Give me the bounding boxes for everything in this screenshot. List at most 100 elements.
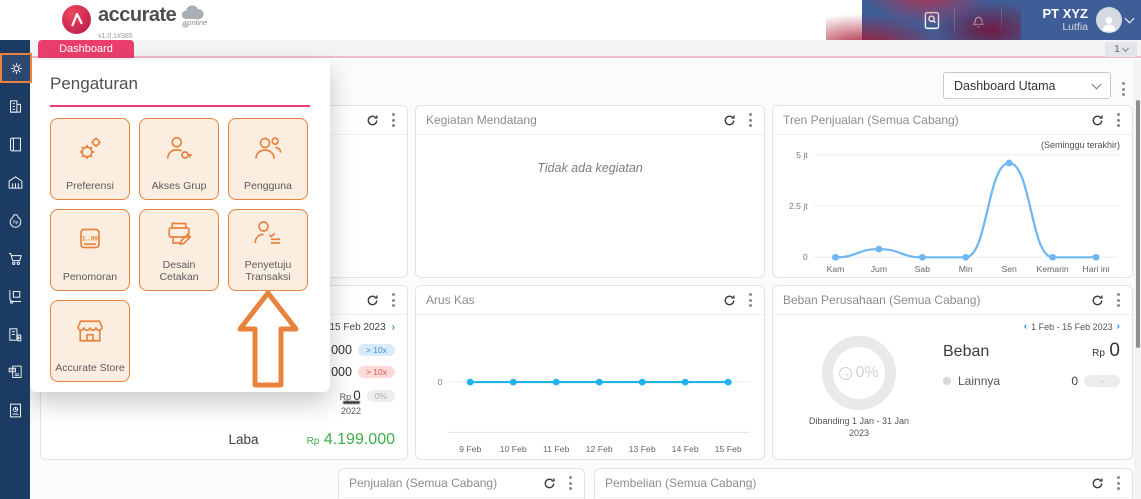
company-name: PT XYZ [1042,5,1088,21]
widget-pembelian: Pembelian (Semua Cabang) [594,468,1133,499]
svg-text:11 Feb: 11 Feb [543,444,570,454]
sidebar-item-asset-building[interactable] [0,319,30,349]
bell-icon[interactable] [955,11,1001,30]
widget-tren-penjualan: Tren Penjualan (Semua Cabang) (Seminggu … [772,105,1133,278]
svg-text:2.5 jt: 2.5 jt [789,201,808,211]
printer-pencil-icon [161,210,197,259]
kebab-menu-icon[interactable] [1115,474,1122,492]
svg-text:0: 0 [438,377,443,387]
period-selector: ‹ 1 Feb - 15 Feb 2023 › [773,315,1132,332]
chevron-down-icon[interactable] [1124,13,1135,24]
avatar[interactable] [1096,7,1122,33]
kebab-menu-icon[interactable] [1115,291,1122,309]
widget-title: Kegiatan Mendatang [426,113,537,127]
tab-dashboard[interactable]: Dashboard [38,40,134,58]
people-icon [250,119,286,180]
tile-accurate-store[interactable]: Accurate Store [50,300,130,382]
tile-pengguna[interactable]: Pengguna [228,118,308,200]
compare-caption: Dibanding 1 Jan - 31 Jan 2023 [808,416,910,438]
tab-strip: Dashboard 1 [0,40,1141,58]
sidebar-item-reports[interactable] [0,395,30,425]
svg-text:13 Feb: 13 Feb [629,444,656,454]
sidebar-item-purchase-trolley[interactable] [0,281,30,311]
sidebar-item-warehouse[interactable] [0,167,30,197]
scrollbar-thumb[interactable] [1135,100,1140,348]
sidebar-item-company[interactable] [0,91,30,121]
refresh-icon[interactable] [366,114,379,127]
next-period-icon[interactable]: › [1117,321,1120,332]
svg-text:10 Feb: 10 Feb [500,444,527,454]
svg-text:14 Feb: 14 Feb [672,444,699,454]
compare-year-fragment: 2022 [341,401,361,416]
gears-icon [72,119,108,180]
refresh-icon[interactable] [366,294,379,307]
rp-label: Rp [12,219,18,224]
account-info[interactable]: PT XYZ Lutfia [1042,5,1088,34]
growth-badge: 0% [366,390,395,402]
refresh-icon[interactable] [723,114,736,127]
contact-book-search-icon[interactable] [908,10,954,31]
top-header: accurate online v1.0.1#385 PT XYZ Lutfia [0,0,1141,40]
next-period-icon[interactable]: › [392,322,395,333]
change-badge: - [1084,375,1120,387]
period-label: 1 Feb - 15 Feb 2023 [1031,321,1113,332]
dashboard-kebab-menu-icon[interactable] [1120,80,1127,98]
panel-divider [50,105,310,107]
kebab-menu-icon[interactable] [1115,111,1122,129]
refresh-icon[interactable] [1091,477,1104,490]
occluded-text-smudge [342,401,360,404]
sidebar-item-cash-bank[interactable]: Rp [0,205,30,235]
legend-item[interactable]: Lainnya 0 - [943,374,1120,388]
kebab-menu-icon[interactable] [747,291,754,309]
legend-dot-icon [943,377,951,385]
kebab-menu-icon[interactable] [390,291,397,309]
dashboard-select[interactable]: Dashboard Utama [943,72,1111,99]
header-right-zone: PT XYZ Lutfia [862,0,1141,40]
sidebar-item-settings[interactable] [0,53,32,83]
refresh-icon[interactable] [1091,114,1104,127]
svg-text:Hari ini: Hari ini [1083,264,1110,274]
svg-text:12 Feb: 12 Feb [586,444,613,454]
section-label: Beban [943,343,990,360]
arus-kas-line-chart: 0 9 Feb 10 Feb 11 Feb 12 Feb 13 Feb 14 Feb 15 F… [438,377,750,454]
widget-arus-kas: Arus Kas 0 9 Feb 10 Feb 11 Feb 12 Feb 13 Feb 1… [415,285,765,460]
refresh-icon[interactable] [543,477,556,490]
accurate-logo-icon [62,5,91,34]
page-scrollbar[interactable] [1134,60,1141,499]
kebab-menu-icon[interactable] [567,474,574,492]
svg-text:Jum: Jum [871,264,887,274]
growth-badge: > 10x [357,366,395,378]
tile-penomoran[interactable]: 1...99 Penomoran [50,209,130,291]
growth-badge: > 10x [357,344,395,356]
widget-beban-perusahaan: Beban Perusahaan (Semua Cabang) ‹ 1 Feb … [772,285,1133,460]
numbering-text: 1...99 [82,236,98,243]
kebab-menu-icon[interactable] [390,111,397,129]
page-switcher[interactable]: 1 [1105,42,1137,57]
sidebar-item-data-book[interactable] [0,129,30,159]
kebab-menu-icon[interactable] [747,111,754,129]
donut-chart: → 0% [822,336,896,410]
dashboard-select-value: Dashboard Utama [954,78,1056,93]
chevron-down-icon [1121,44,1129,53]
total-label: Laba [228,432,259,447]
tile-penyetuju-transaksi[interactable]: Penyetuju Transaksi [228,209,308,291]
sidebar-item-tax[interactable]: TAX [0,357,30,387]
widget-penjualan: Penjualan (Semua Cabang) [338,468,585,499]
panel-title: Pengaturan [50,74,138,93]
sidebar-item-sales-cart[interactable] [0,243,30,273]
svg-text:Kam: Kam [827,264,845,274]
tile-akses-grup[interactable]: Akses Grup [139,118,219,200]
store-icon [72,301,108,362]
main-sidebar: Rp TAX [0,40,32,499]
pengaturan-panel: Pengaturan Preferensi Akses Grup Penggun… [30,60,330,392]
refresh-icon[interactable] [1091,294,1104,307]
numbering-icon: 1...99 [72,210,108,271]
donut-percent: 0% [855,364,879,381]
donut-column: → 0% Dibanding 1 Jan - 31 Jan 2023 [789,334,929,439]
tile-desain-cetakan[interactable]: Desain Cetakan [139,209,219,291]
tile-preferensi[interactable]: Preferensi [50,118,130,200]
laba-total-row: Laba Rp 4.199.000 [41,431,395,449]
prev-period-icon[interactable]: ‹ [1024,321,1027,332]
total-value: Rp 4.199.000 [306,431,395,448]
refresh-icon[interactable] [723,294,736,307]
